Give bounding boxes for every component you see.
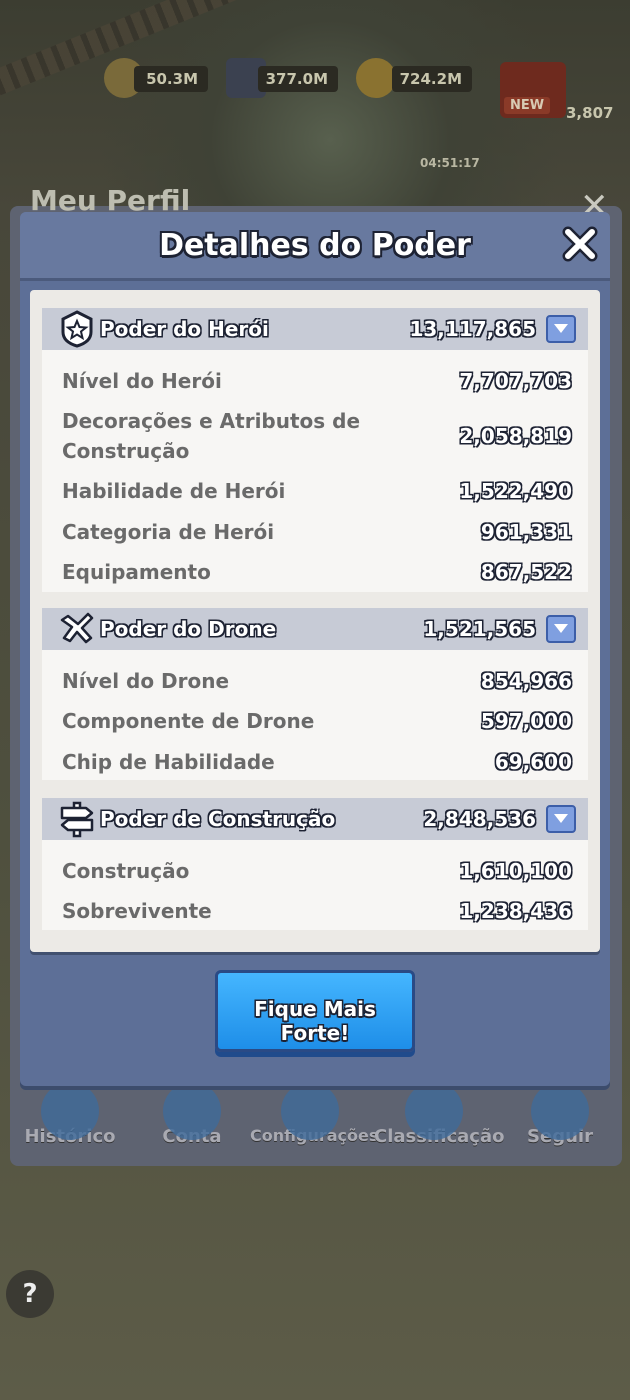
new-badge: NEW — [504, 97, 551, 114]
row-value: 867,522 — [480, 560, 572, 584]
row-label: Componente de Drone — [62, 709, 315, 733]
row-label: Equipamento — [62, 560, 211, 584]
expand-button[interactable] — [546, 805, 576, 833]
row-label: Decorações e Atributos de Construção — [62, 409, 361, 463]
row-value: 1,238,436 — [459, 899, 572, 923]
row-label: Categoria de Herói — [62, 520, 275, 544]
coin-icon — [356, 58, 396, 98]
row-value: 854,966 — [480, 669, 572, 693]
row-value: 7,707,703 — [459, 369, 572, 393]
section-total: 1,521,565 — [423, 617, 536, 641]
row-value: 69,600 — [494, 750, 572, 774]
section-hero-header[interactable]: Poder do Herói 13,117,865 — [42, 308, 588, 350]
get-stronger-label: Fique Mais Forte! — [254, 997, 376, 1045]
get-stronger-button[interactable]: Fique Mais Forte! — [215, 970, 415, 1052]
row-label: Habilidade de Herói — [62, 479, 286, 503]
section-construction-header[interactable]: Poder de Construção 2,848,536 — [42, 798, 588, 840]
section-title: Poder do Drone — [100, 617, 277, 641]
section-total: 2,848,536 — [423, 807, 536, 831]
resource-3: 724.2M — [392, 66, 472, 92]
trophy-icon — [405, 1082, 463, 1140]
signpost-icon — [60, 801, 94, 838]
shop-button[interactable]: NEW — [500, 62, 566, 118]
list-item: Decorações e Atributos de Construção 2,0… — [62, 406, 572, 466]
chevron-down-icon — [554, 814, 568, 823]
build-timer: 04:51:17 — [420, 156, 480, 170]
nav-follow[interactable]: Seguir — [500, 1082, 620, 1147]
modal-title: Detalhes do Poder — [159, 228, 471, 263]
history-icon — [41, 1082, 99, 1140]
list-item: Nível do Drone 854,966 — [62, 666, 572, 696]
account-icon — [163, 1082, 221, 1140]
power-details-modal: Detalhes do Poder Poder do Herói 13,117,… — [20, 212, 610, 1086]
row-value: 597,000 — [480, 709, 572, 733]
list-item: Nível do Herói 7,707,703 — [62, 366, 572, 396]
list-item: Habilidade de Herói 1,522,490 — [62, 476, 572, 506]
nav-history[interactable]: Histórico — [10, 1082, 130, 1147]
list-item: Equipamento 867,522 — [62, 557, 572, 587]
section-drone-header[interactable]: Poder do Drone 1,521,565 — [42, 608, 588, 650]
row-label: Sobrevivente — [62, 899, 212, 923]
section-construction-body: Construção 1,610,100 Sobrevivente 1,238,… — [42, 840, 588, 930]
section-title: Poder do Herói — [100, 317, 269, 341]
hero-badge-icon — [61, 310, 93, 348]
list-item: Categoria de Herói 961,331 — [62, 517, 572, 547]
list-item: Componente de Drone 597,000 — [62, 706, 572, 736]
row-value: 1,522,490 — [459, 479, 572, 503]
nav-ranking[interactable]: Classificação — [374, 1082, 504, 1147]
chevron-down-icon — [554, 324, 568, 333]
close-icon — [562, 226, 598, 262]
row-label: Chip de Habilidade — [62, 750, 275, 774]
row-value: 1,610,100 — [459, 859, 572, 883]
profile-nav: Histórico Conta Configurações Classifica… — [10, 1082, 622, 1166]
expand-button[interactable] — [546, 615, 576, 643]
chevron-down-icon — [554, 624, 568, 633]
modal-header: Detalhes do Poder — [20, 212, 610, 281]
row-label: Nível do Herói — [62, 369, 222, 393]
gear-icon — [281, 1082, 339, 1140]
row-label: Nível do Drone — [62, 669, 230, 693]
resource-2: 377.0M — [258, 66, 338, 92]
nav-settings[interactable]: Configurações — [250, 1082, 378, 1145]
power-content: Poder do Herói 13,117,865 Nível do Herói… — [30, 290, 600, 952]
expand-button[interactable] — [546, 315, 576, 343]
section-hero-body: Nível do Herói 7,707,703 Decorações e At… — [42, 350, 588, 592]
row-value: 2,058,819 — [459, 424, 572, 448]
resource-1: 50.3M — [134, 66, 208, 92]
section-drone-body: Nível do Drone 854,966 Componente de Dro… — [42, 650, 588, 780]
follow-icon — [531, 1082, 589, 1140]
list-item: Construção 1,610,100 — [62, 856, 572, 886]
row-label: Construção — [62, 859, 190, 883]
row-value: 961,331 — [480, 520, 572, 544]
list-item: Chip de Habilidade 69,600 — [62, 747, 572, 777]
list-item: Sobrevivente 1,238,436 — [62, 896, 572, 926]
nav-account[interactable]: Conta — [132, 1082, 252, 1147]
gem-count: 3,807 — [566, 104, 614, 122]
section-title: Poder de Construção — [100, 807, 336, 831]
close-button[interactable] — [560, 224, 600, 264]
section-total: 13,117,865 — [409, 317, 536, 341]
drone-icon — [60, 612, 94, 644]
help-button[interactable]: ? — [6, 1270, 54, 1318]
